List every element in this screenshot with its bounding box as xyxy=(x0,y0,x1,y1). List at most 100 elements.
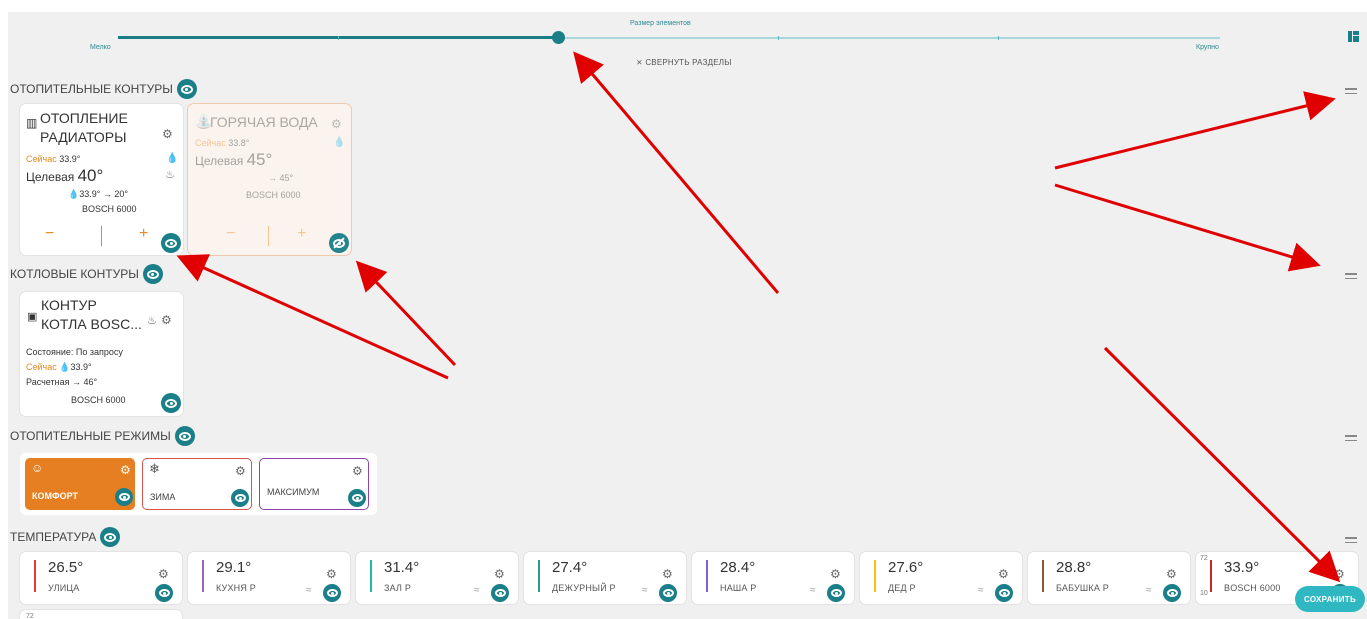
eye-icon[interactable] xyxy=(155,584,173,602)
boiler-state: Состояние: По запросу xyxy=(26,347,123,357)
wireless-icon: ≈ xyxy=(306,585,312,596)
device-name: BOSCH 6000 xyxy=(71,395,126,405)
eye-icon[interactable] xyxy=(100,527,121,547)
gear-icon[interactable]: ⚙ xyxy=(235,464,246,478)
eye-icon[interactable] xyxy=(176,79,197,99)
drop-icon: 💧 xyxy=(333,137,346,148)
mode-label: КОМФОРТ xyxy=(32,491,79,501)
gear-icon[interactable]: ⚙ xyxy=(830,568,841,580)
eye-icon[interactable] xyxy=(161,393,181,413)
temperature-color-bar xyxy=(202,560,204,592)
eye-icon[interactable] xyxy=(491,584,509,602)
sensor-name: ДЕЖУРНЫЙ Р xyxy=(552,583,616,593)
gear-icon[interactable]: ⚙ xyxy=(494,568,505,580)
drag-handle-icon[interactable] xyxy=(1345,88,1357,96)
size-slider[interactable] xyxy=(118,36,1220,40)
eye-icon[interactable] xyxy=(142,264,163,284)
temperature-card[interactable]: 29.1° КУХНЯ Р ⚙ ≈ xyxy=(188,552,350,604)
sensor-name: БАБУШКА Р xyxy=(1056,583,1109,593)
gear-icon[interactable]: ⚙ xyxy=(162,128,173,140)
temperature-card[interactable]: 31.4° ЗАЛ Р ⚙ ≈ xyxy=(356,552,518,604)
max-value: 72 xyxy=(1200,555,1208,562)
mode-card-winter[interactable]: ❄ ⚙ ЗИМА xyxy=(142,458,252,510)
current-temp: Сейчас 33.8° xyxy=(195,138,250,148)
slider-caption: Размер элементов xyxy=(630,20,691,27)
flame-icon: ♨ xyxy=(147,315,157,327)
eye-icon[interactable] xyxy=(115,488,133,506)
temperature-value: 26.5° xyxy=(48,559,84,576)
temperature-color-bar xyxy=(1210,560,1212,592)
heating-card-radiators[interactable]: ▥ ОТОПЛЕНИЕ РАДИАТОРЫ ⚙ Сейчас 33.9° 💧 Ц… xyxy=(20,104,183,255)
wireless-icon: ≈ xyxy=(978,585,984,596)
gear-icon[interactable]: ⚙ xyxy=(161,314,172,326)
decrease-button[interactable]: − xyxy=(226,225,235,243)
temperature-color-bar xyxy=(1042,560,1044,592)
gear-icon[interactable]: ⚙ xyxy=(352,464,363,478)
temperature-value: 28.8° xyxy=(1056,559,1092,576)
eye-icon[interactable] xyxy=(659,584,677,602)
gear-icon[interactable]: ⚙ xyxy=(662,568,673,580)
decrease-button[interactable]: − xyxy=(45,225,54,243)
temperature-card[interactable]: 28.4° НАША Р ⚙ ≈ xyxy=(692,552,854,604)
slider-knob[interactable] xyxy=(552,31,565,44)
gear-icon[interactable]: ⚙ xyxy=(998,568,1009,580)
eye-icon[interactable] xyxy=(348,489,366,507)
gear-icon[interactable]: ⚙ xyxy=(120,463,131,477)
eye-icon[interactable] xyxy=(161,233,181,253)
eye-icon[interactable] xyxy=(174,426,195,446)
temperature-color-bar xyxy=(538,560,540,592)
sensor-name: ДЕД Р xyxy=(888,583,916,593)
temperature-card[interactable]: 26.5° УЛИЦА ⚙ xyxy=(20,552,182,604)
collapse-label: СВЕРНУТЬ РАЗДЕЛЫ xyxy=(645,58,732,67)
eye-icon[interactable] xyxy=(1163,584,1181,602)
calc-temp: Расчетная → 46° xyxy=(26,377,98,387)
drag-handle-icon[interactable] xyxy=(1345,537,1357,545)
gear-icon[interactable]: ⚙ xyxy=(1334,568,1345,580)
gear-icon[interactable]: ⚙ xyxy=(158,568,169,580)
target-temp: Целевая 40° xyxy=(26,166,104,185)
current-temp: Сейчас 33.9° xyxy=(26,154,81,164)
temperature-card[interactable]: 27.4° ДЕЖУРНЫЙ Р ⚙ ≈ xyxy=(524,552,686,604)
temperature-card-partial[interactable]: 72 xyxy=(20,610,182,619)
heating-card-hot-water[interactable]: ⛲ ГОРЯЧАЯ ВОДА ⚙ Сейчас 33.8° 💧 Целевая … xyxy=(188,104,351,255)
collapse-icon: ⨯ xyxy=(636,58,646,67)
temperature-card[interactable]: 27.6° ДЕД Р ⚙ ≈ xyxy=(860,552,1022,604)
layout-grid-icon[interactable] xyxy=(1348,31,1359,42)
section-heating-label: ОТОПИТЕЛЬНЫЕ КОНТУРЫ xyxy=(10,82,173,96)
gear-icon[interactable]: ⚙ xyxy=(1166,568,1177,580)
eye-icon[interactable] xyxy=(323,584,341,602)
mode-label: ЗИМА xyxy=(150,492,176,502)
eye-off-icon[interactable] xyxy=(329,233,349,253)
temperature-value: 27.6° xyxy=(888,559,924,576)
section-temperature-label: ТЕМПЕРАТУРА xyxy=(10,530,97,544)
wireless-icon: ≈ xyxy=(474,585,480,596)
eye-icon[interactable] xyxy=(995,584,1013,602)
drag-handle-icon[interactable] xyxy=(1345,435,1357,443)
wireless-icon: ≈ xyxy=(810,585,816,596)
target-temp: Целевая 45° xyxy=(195,150,273,169)
wireless-icon: ≈ xyxy=(642,585,648,596)
eye-icon[interactable] xyxy=(231,489,249,507)
increase-button[interactable]: + xyxy=(297,225,306,243)
gear-icon[interactable]: ⚙ xyxy=(326,568,337,580)
temperature-value: 27.4° xyxy=(552,559,588,576)
gear-icon[interactable]: ⚙ xyxy=(331,118,342,130)
max-value: 72 xyxy=(26,613,34,619)
boiler-card[interactable]: ▣ КОНТУР КОТЛА BOSC... ♨ ⚙ Состояние: По… xyxy=(20,292,183,416)
mode-card-maximum[interactable]: ⚙ МАКСИМУМ xyxy=(259,458,369,510)
divider xyxy=(101,226,102,246)
eye-icon[interactable] xyxy=(827,584,845,602)
mode-label: МАКСИМУМ xyxy=(267,487,320,497)
section-boiler-title: КОТЛОВЫЕ КОНТУРЫ xyxy=(10,264,163,284)
mode-card-comfort[interactable]: ☺ ⚙ КОМФОРТ xyxy=(25,458,135,510)
collapse-sections-button[interactable]: ⨯ СВЕРНУТЬ РАЗДЕЛЫ xyxy=(636,58,732,67)
section-modes-label: ОТОПИТЕЛЬНЫЕ РЕЖИМЫ xyxy=(10,429,171,443)
device-name: BOSCH 6000 xyxy=(246,190,301,200)
temperature-card[interactable]: 28.8° БАБУШКА Р ⚙ ≈ xyxy=(1028,552,1190,604)
slider-max-label: Крупно xyxy=(1196,44,1219,51)
save-button[interactable]: СОХРАНИТЬ xyxy=(1295,586,1365,612)
drag-handle-icon[interactable] xyxy=(1345,273,1357,281)
wireless-icon: ≈ xyxy=(1146,585,1152,596)
drop-icon: 💧 xyxy=(166,153,179,164)
increase-button[interactable]: + xyxy=(139,225,148,243)
